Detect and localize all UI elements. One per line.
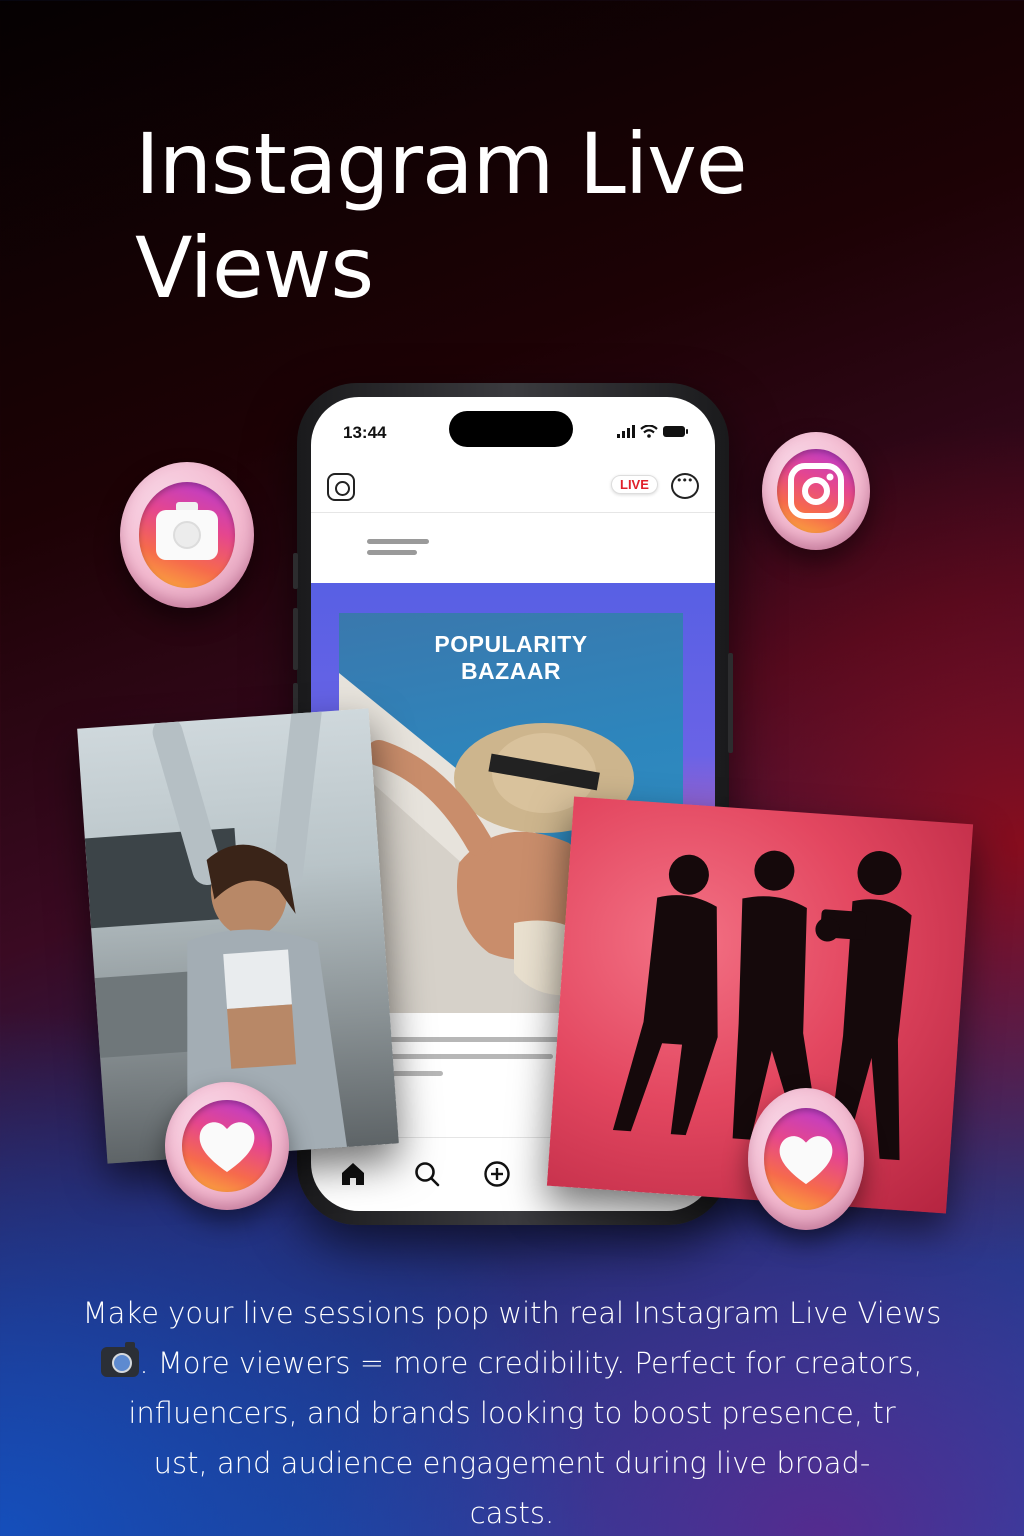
camera-bubble: [120, 462, 254, 608]
description-line: casts.: [469, 1496, 555, 1530]
description-line: . More viewers = more credibility. Perfe…: [70, 1338, 954, 1388]
phone-volume-up-button: [293, 608, 298, 670]
skeleton-line: [367, 550, 417, 555]
hero-title-line2: Views: [135, 219, 374, 317]
skeleton-line: [367, 539, 429, 544]
description-line-text: . More viewers = more credibility. Perfe…: [139, 1346, 923, 1380]
dynamic-island: [449, 411, 573, 447]
description-line: Make your live sessions pop with real In…: [82, 1296, 942, 1330]
search-icon[interactable]: [413, 1160, 441, 1188]
status-icons: [617, 425, 689, 438]
instagram-logo-icon: [788, 463, 844, 519]
hero-title: Instagram Live Views: [135, 112, 935, 320]
battery-icon: [663, 426, 688, 437]
description-line: influencers, and brands looking to boost…: [128, 1396, 896, 1430]
home-icon[interactable]: [339, 1160, 367, 1188]
camera-emoji-icon: [101, 1342, 140, 1377]
camera-icon: [156, 502, 218, 560]
messages-icon[interactable]: [671, 473, 699, 499]
heart-bubble-left: [165, 1082, 289, 1210]
add-post-icon[interactable]: [483, 1160, 511, 1188]
description-line: ust, and audience engagement during live…: [153, 1446, 871, 1480]
instagram-icon[interactable]: [327, 473, 355, 501]
app-header: LIVE: [311, 461, 715, 513]
description: Make your live sessions pop with real In…: [70, 1288, 954, 1536]
heart-bubble-right: [748, 1088, 864, 1230]
status-time: 13:44: [343, 423, 387, 442]
signal-icon: [617, 425, 635, 438]
phone-power-button: [728, 653, 733, 753]
heart-icon: [199, 1122, 255, 1172]
heart-icon: [779, 1136, 833, 1185]
wifi-icon: [640, 425, 658, 438]
status-bar: 13:44: [311, 397, 715, 457]
hero-title-line1: Instagram Live: [135, 115, 748, 213]
phone-mute-button: [293, 553, 298, 589]
instagram-logo-bubble: [762, 432, 870, 550]
live-badge[interactable]: LIVE: [611, 475, 658, 494]
